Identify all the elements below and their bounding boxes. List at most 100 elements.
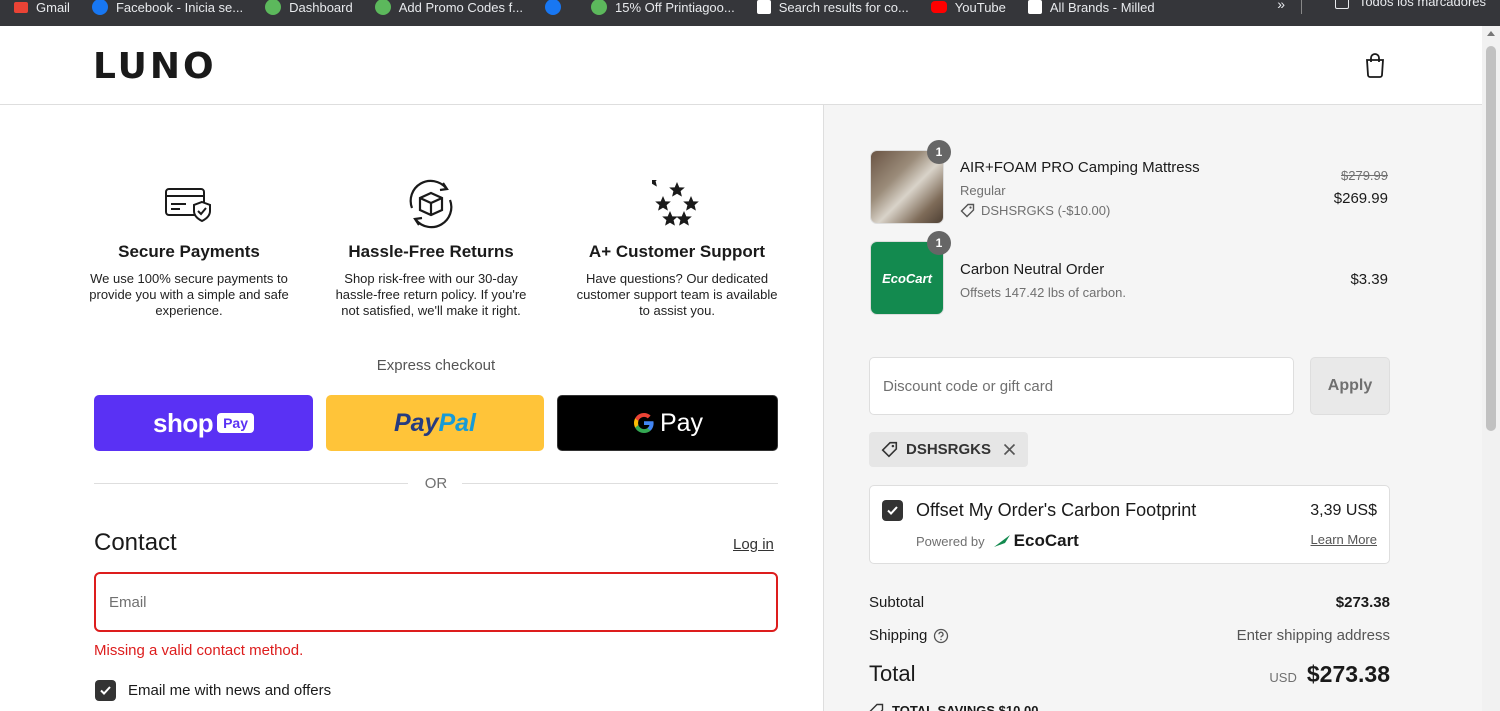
bookmark-dashboard[interactable]: Dashboard (265, 0, 353, 15)
facebook-icon (91, 0, 108, 15)
total-value-wrap: USD $273.38 (1269, 661, 1390, 688)
paypal-wordmark-pal: Pal (438, 408, 476, 437)
feature-title: Hassle-Free Returns (348, 242, 514, 261)
news-offers-label: Email me with news and offers (128, 682, 332, 699)
shipping-label: Shipping (869, 627, 928, 644)
carbon-offset-box: Offset My Order's Carbon Footprint 3,39 … (869, 485, 1390, 564)
stars-icon (652, 180, 699, 226)
email-input[interactable] (94, 572, 778, 632)
shop-pay-wordmark: shop (152, 407, 214, 438)
feature-description: Shop risk-free with our 30-day hassle-fr… (335, 271, 527, 318)
product-thumbnail-ecocart: EcoCart 1 (870, 231, 951, 315)
bookmark-youtube[interactable]: YouTube (930, 0, 1006, 15)
checkout-main: Secure Payments We use 100% secure payme… (0, 105, 823, 711)
ecocart-brand: EcoCart (1013, 531, 1079, 550)
close-icon[interactable] (1003, 443, 1016, 456)
page-scrollbar[interactable] (1482, 26, 1500, 711)
email-error-message: Missing a valid contact method. (94, 642, 304, 659)
milled-icon (1027, 0, 1042, 14)
promo-icon (374, 0, 391, 15)
learn-more-link[interactable]: Learn More (1311, 532, 1377, 547)
product-price: $269.99 (1333, 190, 1388, 207)
news-offers-checkbox[interactable] (95, 680, 116, 701)
youtube-icon (930, 1, 947, 13)
product-name: AIR+FOAM PRO Camping Mattress (960, 159, 1200, 176)
bookmark-printiagoo[interactable]: 15% Off Printiagoo... (591, 0, 735, 15)
apply-discount-button[interactable]: Apply (1310, 357, 1390, 415)
google-pay-wordmark: Pay (659, 408, 704, 437)
applied-discount-chip: DSHSRGKS (869, 432, 1029, 467)
scrollbar-thumb[interactable] (1486, 46, 1496, 431)
quantity-badge: 1 (927, 140, 951, 164)
divider (1301, 0, 1302, 14)
promo-icon (591, 0, 608, 15)
check-icon (100, 686, 111, 695)
bookmark-milled[interactable]: All Brands - Milled (1027, 0, 1155, 15)
total-label: Total (869, 661, 916, 686)
chevron-double-right-icon[interactable]: » (1277, 0, 1285, 12)
bookmark-add-promo[interactable]: Add Promo Codes f... (374, 0, 523, 15)
bookmark-facebook[interactable]: Facebook - Inicia se... (91, 0, 243, 15)
total-savings: TOTAL SAVINGS $10.00 (869, 703, 1038, 711)
or-label: OR (424, 475, 448, 492)
product-price: $3.39 (1350, 271, 1388, 288)
google-pay-button[interactable]: Pay (557, 395, 778, 451)
feature-title: A+ Customer Support (588, 242, 766, 261)
order-summary: 1 AIR+FOAM PRO Camping Mattress Regular … (823, 105, 1482, 711)
total-savings-row: TOTAL SAVINGS $10.00 (869, 703, 1390, 711)
currency-code: USD (1269, 670, 1297, 685)
powered-by-ecocart: Powered by EcoCart (916, 531, 1079, 550)
quantity-badge: 1 (927, 231, 951, 255)
google-g-icon (633, 413, 654, 433)
bookmarks-bar: Gmail Facebook - Inicia se... Dashboard … (0, 0, 1500, 26)
help-icon[interactable] (933, 628, 949, 644)
bookmark-gmail[interactable]: Gmail (14, 0, 70, 15)
carbon-offset-price: 3,39 US$ (1310, 502, 1377, 519)
gmail-icon (14, 1, 28, 13)
ecocart-leaf-icon (993, 535, 1010, 547)
product-name: Carbon Neutral Order (960, 261, 1105, 278)
tag-icon (869, 703, 884, 711)
total-value: $273.38 (1306, 661, 1390, 687)
subtotal-value: $273.38 (1335, 594, 1390, 611)
discount-code-input[interactable] (869, 357, 1294, 415)
shopping-bag-icon[interactable] (1364, 52, 1386, 78)
carbon-offset-checkbox[interactable] (882, 500, 903, 521)
luno-logo[interactable]: LUNO (93, 46, 217, 87)
paypal-button[interactable]: Pay Pal (326, 395, 544, 451)
all-bookmarks[interactable]: Todos los marcadores (1334, 0, 1486, 9)
express-checkout-label: Express checkout (376, 357, 496, 374)
feature-description: We use 100% secure payments to provide y… (89, 271, 289, 318)
bookmark-facebook-2[interactable] (545, 0, 569, 15)
or-divider: OR (94, 475, 778, 493)
product-discount: DSHSRGKS (-$10.00) (960, 203, 1110, 218)
carbon-offset-title: Offset My Order's Carbon Footprint (916, 500, 1197, 520)
ecocart-thumb-label: EcoCart (882, 270, 932, 286)
product-variant: Offsets 147.42 lbs of carbon. (960, 285, 1126, 300)
shipping-value: Enter shipping address (1236, 627, 1390, 644)
tag-icon (881, 441, 898, 458)
shipping-label-wrap: Shipping (869, 627, 949, 644)
subtotal-label: Subtotal (869, 594, 925, 611)
bookmark-search-results[interactable]: Search results for co... (756, 0, 909, 15)
feature-hassle-free-returns: Hassle-Free Returns Shop risk-free with … (326, 178, 536, 319)
milled-icon (756, 0, 771, 14)
feature-title: Secure Payments (118, 242, 260, 261)
applied-discount-code: DSHSRGKS (906, 441, 992, 458)
return-box-icon (409, 179, 453, 229)
shop-pay-button[interactable]: shop Pay (94, 395, 313, 451)
scroll-up-icon[interactable] (1487, 31, 1495, 36)
contact-heading: Contact (94, 529, 177, 556)
facebook-icon (545, 0, 562, 15)
dashboard-icon (265, 0, 282, 15)
original-price: $279.99 (1341, 168, 1388, 183)
check-icon (887, 506, 898, 515)
news-offers-option[interactable]: Email me with news and offers (95, 680, 331, 701)
product-variant: Regular (960, 183, 1006, 198)
feature-description: Have questions? Our dedicated customer s… (576, 271, 778, 318)
tag-icon (960, 203, 975, 218)
total-row: Total USD $273.38 (869, 661, 1390, 691)
site-header: LUNO (0, 26, 1482, 105)
log-in-link[interactable]: Log in (733, 536, 774, 553)
feature-customer-support: A+ Customer Support Have questions? Our … (572, 178, 782, 319)
